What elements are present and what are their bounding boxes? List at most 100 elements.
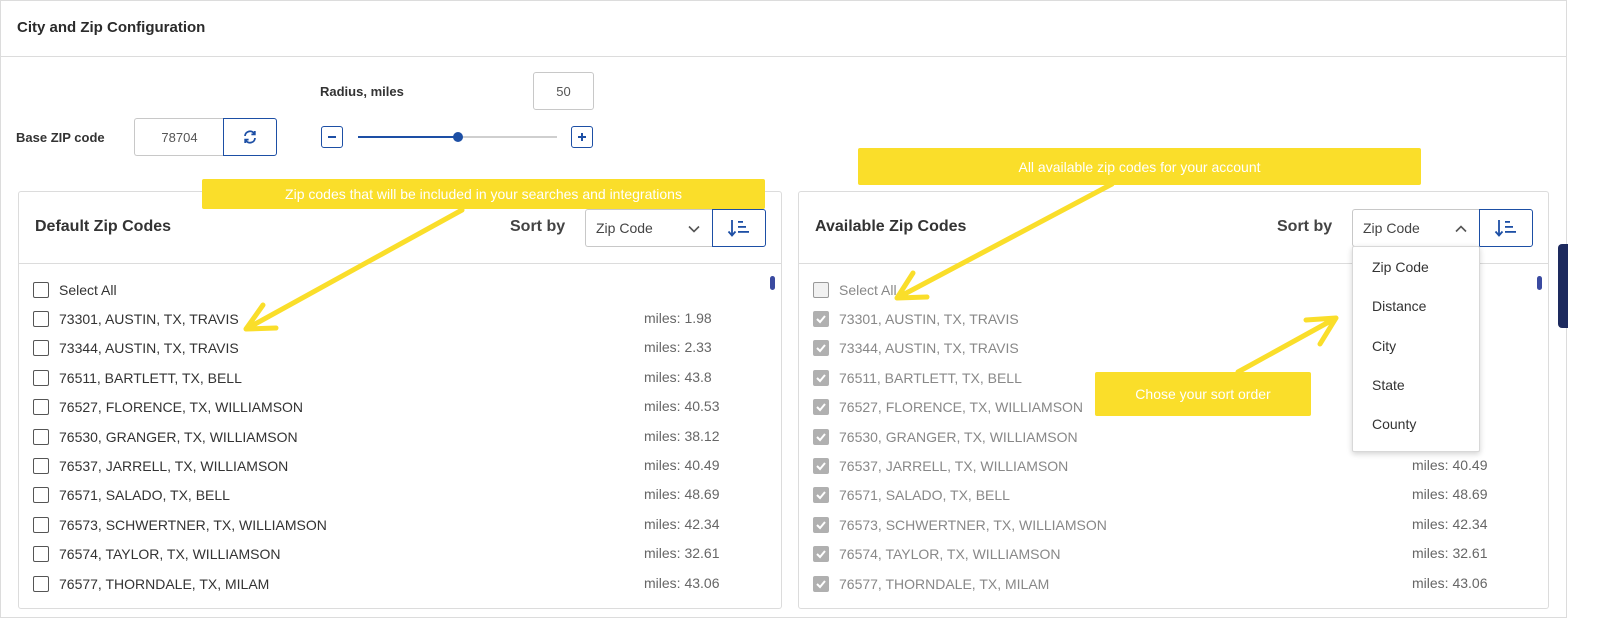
- default-zip-label: 73344, AUSTIN, TX, TRAVIS: [59, 340, 239, 357]
- sort-option[interactable]: County: [1372, 416, 1416, 432]
- radius-decrease-button[interactable]: [321, 126, 343, 148]
- available-sort-value: Zip Code: [1363, 220, 1420, 236]
- radius-input[interactable]: 50: [533, 72, 594, 110]
- sort-option[interactable]: City: [1372, 338, 1396, 354]
- available-zip-checkbox[interactable]: [813, 546, 829, 563]
- card-header: City and Zip Configuration: [1, 1, 1566, 57]
- default-zip-miles: miles: 40.49: [644, 457, 720, 473]
- available-zip-label: 76573, SCHWERTNER, TX, WILLIAMSON: [839, 516, 1107, 533]
- available-zip-label: 76527, FLORENCE, TX, WILLIAMSON: [839, 399, 1084, 416]
- default-zip-label: 76571, SALADO, TX, BELL: [59, 487, 230, 504]
- default-zip-miles: miles: 40.53: [644, 398, 720, 415]
- chevron-down-icon: [688, 225, 700, 233]
- default-zip-miles: miles: 32.61: [644, 545, 720, 562]
- default-list-scrollbar[interactable]: [770, 276, 775, 290]
- available-sort-select[interactable]: Zip Code: [1352, 209, 1480, 247]
- callout-sort-order: Chose your sort order: [1095, 372, 1311, 416]
- available-select-all-checkbox[interactable]: [813, 282, 829, 298]
- available-zip-checkbox[interactable]: [813, 458, 829, 474]
- available-zip-miles: miles: 43.06: [1412, 574, 1488, 591]
- default-zip-checkbox[interactable]: [33, 575, 49, 592]
- side-panel-tab[interactable]: [1558, 244, 1568, 328]
- minus-icon: [328, 136, 336, 138]
- default-zip-checkbox[interactable]: [33, 369, 49, 386]
- default-zip-label: 76577, THORNDALE, TX, MILAM: [59, 575, 270, 592]
- sort-option[interactable]: Zip Code: [1372, 259, 1429, 275]
- available-list-scrollbar[interactable]: [1537, 276, 1542, 290]
- radius-slider-thumb[interactable]: [452, 132, 463, 142]
- available-zip-miles: miles: 48.69: [1412, 486, 1488, 503]
- available-zip-label: 76571, SALADO, TX, BELL: [839, 487, 1010, 504]
- default-zip-label: 76573, SCHWERTNER, TX, WILLIAMSON: [59, 516, 327, 533]
- available-zip-checkbox[interactable]: [813, 575, 829, 592]
- default-zip-panel: Default Zip Codes Sort by Zip Code Selec…: [18, 191, 782, 609]
- sort-ascending-icon: [1494, 220, 1516, 237]
- default-sort-label: Sort by: [510, 218, 566, 235]
- default-zip-label: 76574, TAYLOR, TX, WILLIAMSON: [59, 546, 281, 563]
- default-zip-miles: miles: 2.33: [644, 339, 712, 356]
- available-zip-label: 76574, TAYLOR, TX, WILLIAMSON: [839, 546, 1061, 563]
- default-zip-checkbox[interactable]: [33, 516, 49, 533]
- available-zip-checkbox[interactable]: [813, 487, 829, 504]
- refresh-button[interactable]: [223, 118, 277, 156]
- default-zip-checkbox[interactable]: [33, 458, 49, 474]
- base-zip-label: Base ZIP code: [16, 130, 105, 145]
- refresh-icon: [244, 130, 256, 144]
- available-zip-label: 73301, AUSTIN, TX, TRAVIS: [839, 311, 1019, 327]
- available-zip-miles: miles: 40.49: [1412, 457, 1488, 473]
- available-zip-checkbox[interactable]: [813, 428, 829, 445]
- available-sort-order-button[interactable]: [1479, 209, 1533, 247]
- default-zip-miles: miles: 42.34: [644, 515, 720, 532]
- default-zip-label: 76511, BARTLETT, TX, BELL: [59, 369, 242, 386]
- default-zip-miles: miles: 38.12: [644, 427, 720, 444]
- default-zip-miles: miles: 48.69: [644, 486, 720, 503]
- default-sort-value: Zip Code: [596, 220, 653, 236]
- default-zip-checkbox[interactable]: [33, 546, 49, 563]
- default-zip-label: 76530, GRANGER, TX, WILLIAMSON: [59, 428, 298, 445]
- default-zip-miles: miles: 1.98: [644, 310, 712, 326]
- available-zip-label: 76511, BARTLETT, TX, BELL: [839, 369, 1022, 386]
- default-zip-checkbox[interactable]: [33, 399, 49, 416]
- available-zip-title: Available Zip Codes: [815, 218, 967, 235]
- page-title: City and Zip Configuration: [17, 19, 206, 36]
- available-zip-checkbox[interactable]: [813, 516, 829, 533]
- default-select-all[interactable]: Select All: [33, 279, 765, 301]
- radius-increase-button[interactable]: [571, 126, 593, 148]
- default-zip-miles: miles: 43.06: [644, 574, 720, 591]
- available-zip-miles: miles: 32.61: [1412, 545, 1488, 562]
- available-zip-label: 76537, JARRELL, TX, WILLIAMSON: [839, 458, 1069, 474]
- chevron-up-icon: [1455, 225, 1467, 233]
- default-sort-order-button[interactable]: [712, 209, 766, 247]
- available-zip-label: 76577, THORNDALE, TX, MILAM: [839, 575, 1050, 592]
- plus-icon: [578, 133, 586, 141]
- radius-slider-fill: [358, 136, 458, 138]
- default-zip-checkbox[interactable]: [33, 487, 49, 504]
- available-zip-checkbox[interactable]: [813, 399, 829, 416]
- available-zip-checkbox[interactable]: [813, 340, 829, 357]
- available-zip-label: 73344, AUSTIN, TX, TRAVIS: [839, 340, 1019, 357]
- default-zip-checkbox[interactable]: [33, 311, 49, 327]
- base-zip-input[interactable]: 78704: [134, 118, 224, 156]
- sort-option[interactable]: State: [1372, 377, 1405, 393]
- callout-default-zip: Zip codes that will be included in your …: [202, 179, 765, 209]
- available-sort-label: Sort by: [1277, 218, 1333, 235]
- available-zip-miles: miles: 42.34: [1412, 515, 1488, 532]
- default-select-all-checkbox[interactable]: [33, 282, 49, 298]
- available-zip-label: 76530, GRANGER, TX, WILLIAMSON: [839, 428, 1078, 445]
- radius-label: Radius, miles: [320, 84, 404, 99]
- default-zip-list[interactable]: Select All 73301, AUSTIN, TX, TRAVIS mile…: [19, 264, 781, 608]
- default-zip-label: 73301, AUSTIN, TX, TRAVIS: [59, 311, 239, 327]
- default-sort-select[interactable]: Zip Code: [585, 209, 713, 247]
- radius-slider[interactable]: [358, 132, 557, 142]
- default-zip-label: 76537, JARRELL, TX, WILLIAMSON: [59, 458, 289, 474]
- default-zip-label: 76527, FLORENCE, TX, WILLIAMSON: [59, 399, 304, 416]
- default-zip-checkbox[interactable]: [33, 428, 49, 445]
- default-zip-checkbox[interactable]: [33, 340, 49, 357]
- available-zip-checkbox[interactable]: [813, 311, 829, 327]
- available-select-all-label: Select All: [839, 282, 897, 298]
- callout-available-zip: All available zip codes for your account: [858, 148, 1421, 185]
- sort-ascending-icon: [727, 220, 749, 237]
- sort-dropdown-menu: Zip Code Distance City State County: [1352, 246, 1480, 452]
- available-zip-checkbox[interactable]: [813, 369, 829, 386]
- sort-option[interactable]: Distance: [1372, 298, 1426, 314]
